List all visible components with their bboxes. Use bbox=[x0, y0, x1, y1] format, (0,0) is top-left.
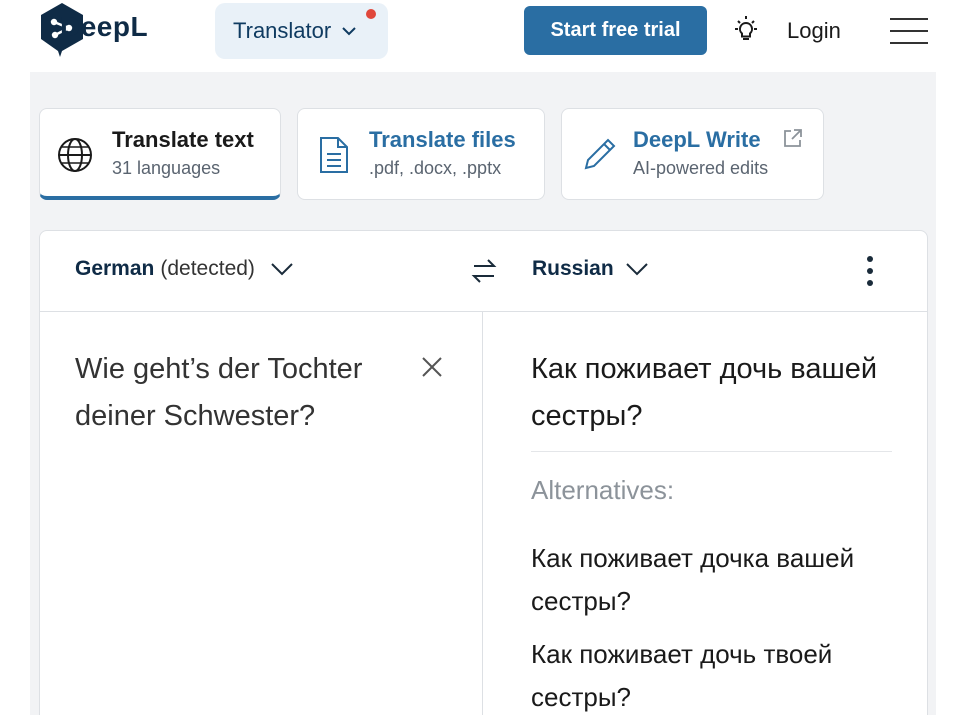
translator-menu-label: Translator bbox=[233, 18, 332, 43]
brand-name: DeepL bbox=[60, 11, 149, 42]
top-header: DeepL Translator Start free trial Login bbox=[0, 0, 970, 72]
hamburger-menu-icon[interactable] bbox=[890, 18, 928, 48]
alternative-translation[interactable]: Как поживает дочь твоей сестры? bbox=[531, 633, 901, 715]
translator-menu-button[interactable]: Translator bbox=[215, 3, 388, 59]
clear-text-icon[interactable] bbox=[418, 353, 446, 381]
language-bar: German (detected) Russian bbox=[40, 231, 927, 312]
external-link-icon bbox=[784, 129, 802, 147]
more-options-icon[interactable] bbox=[860, 253, 880, 289]
source-language-select[interactable]: German (detected) bbox=[75, 257, 295, 281]
tab-title: DeepL Write bbox=[633, 127, 761, 152]
notification-dot bbox=[366, 9, 376, 19]
tab-title: Translate text bbox=[112, 127, 254, 152]
swap-languages-icon[interactable] bbox=[466, 253, 502, 289]
alternative-translation[interactable]: Как поживает дочка вашей сестры? bbox=[531, 537, 901, 623]
document-icon bbox=[320, 137, 348, 173]
tab-subtitle: .pdf, .docx, .pptx bbox=[369, 158, 502, 178]
chevron-down-icon bbox=[342, 27, 356, 36]
lightbulb-icon[interactable] bbox=[730, 14, 762, 46]
globe-icon bbox=[58, 138, 92, 172]
target-language-name: Russian bbox=[532, 257, 614, 280]
source-language-name: German bbox=[75, 257, 155, 280]
chevron-down-icon bbox=[271, 263, 293, 276]
source-text-input[interactable]: Wie geht’s der Tochter deiner Schwester? bbox=[75, 346, 405, 440]
tab-title: Translate files bbox=[369, 127, 516, 152]
detected-label: (detected) bbox=[160, 257, 255, 280]
start-free-trial-button[interactable]: Start free trial bbox=[524, 6, 707, 55]
tab-deepl-write[interactable]: DeepL Write AI-powered edits bbox=[561, 108, 824, 200]
tab-translate-files[interactable]: Translate files .pdf, .docx, .pptx bbox=[297, 108, 545, 200]
translator-panel: German (detected) Russian Wie geht’s der… bbox=[39, 230, 928, 715]
login-link[interactable]: Login bbox=[787, 18, 841, 44]
tab-subtitle: AI-powered edits bbox=[633, 158, 769, 178]
alternatives-divider bbox=[531, 451, 892, 452]
alternatives-label: Alternatives: bbox=[531, 475, 675, 505]
tab-subtitle: 31 languages bbox=[112, 158, 221, 178]
pencil-icon bbox=[584, 138, 616, 170]
chevron-down-icon bbox=[625, 263, 648, 276]
main-content: Translate text 31 languages Translate fi… bbox=[30, 72, 936, 715]
tab-translate-text[interactable]: Translate text 31 languages bbox=[39, 108, 281, 200]
pane-divider bbox=[482, 312, 483, 715]
target-language-select[interactable]: Russian bbox=[532, 257, 650, 281]
translation-output[interactable]: Как поживает дочь вашей сестры? bbox=[531, 346, 891, 440]
